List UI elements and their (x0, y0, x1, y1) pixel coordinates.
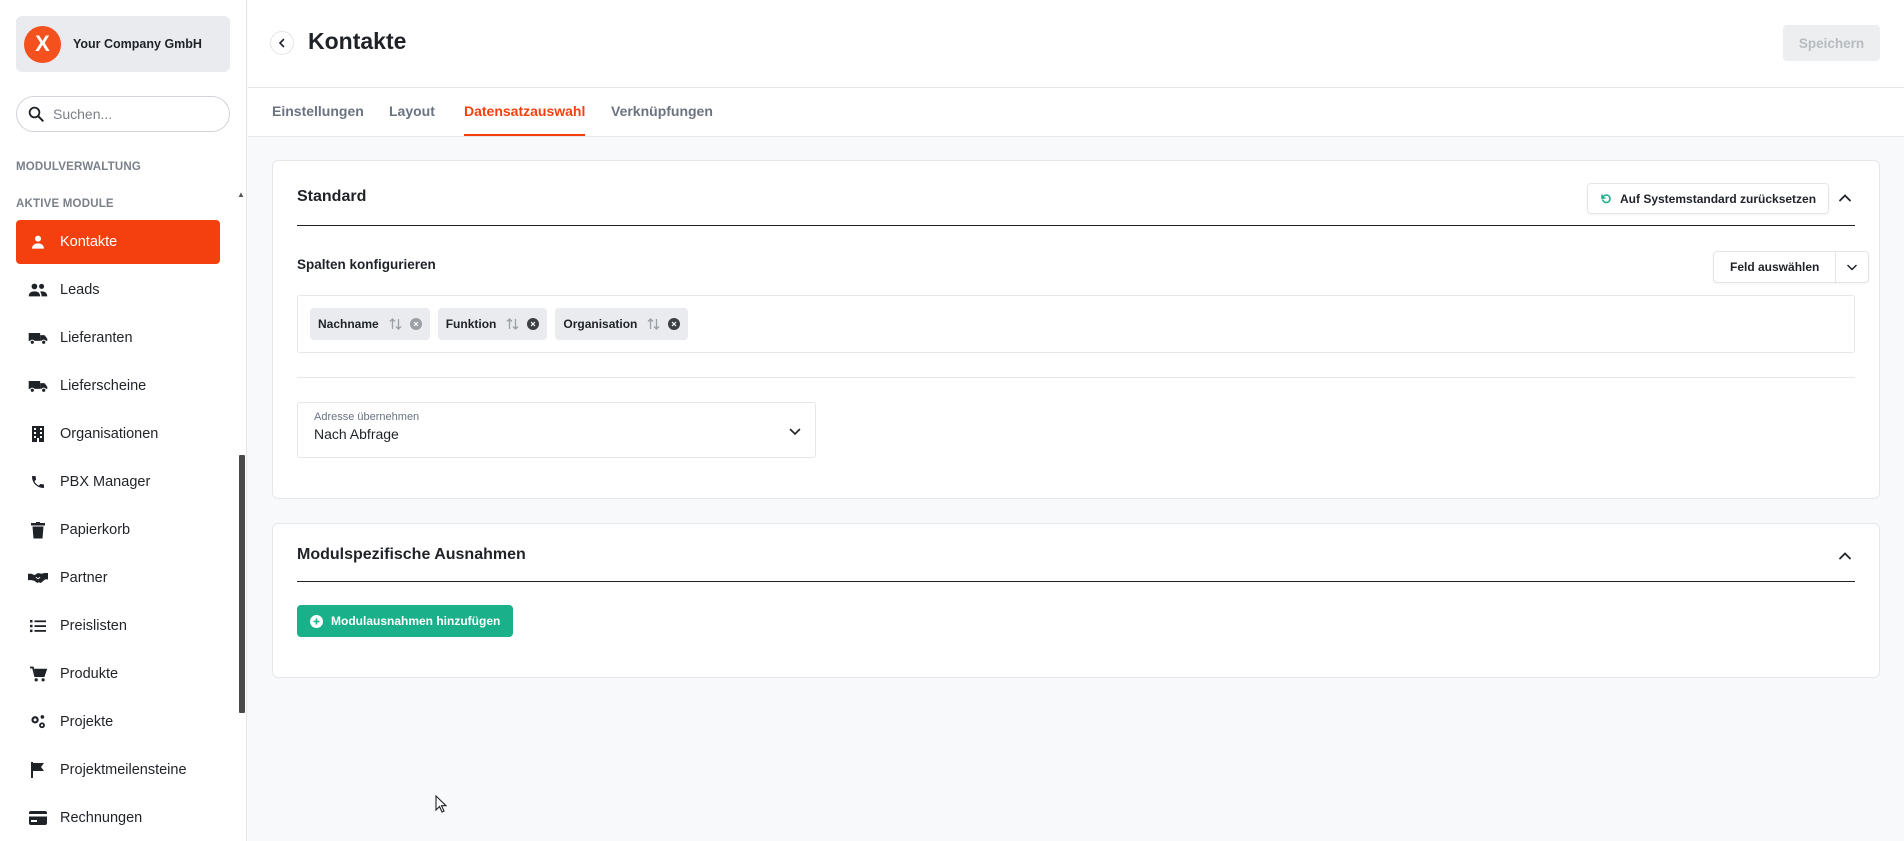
chevron-left-icon (278, 38, 285, 48)
trash-icon (28, 520, 48, 540)
cart-icon (28, 664, 48, 684)
column-chip-nachname[interactable]: Nachname (310, 308, 430, 340)
sidebar-item-label: PBX Manager (60, 474, 151, 490)
field-select-label: Feld auswählen (1714, 252, 1837, 282)
chevron-down-icon[interactable] (1836, 252, 1868, 282)
reset-icon (1601, 193, 1611, 203)
handshake-icon (28, 568, 48, 588)
page-header: Kontakte Speichern (248, 0, 1904, 88)
phone-icon (28, 472, 48, 492)
search-input[interactable] (53, 106, 213, 122)
sidebar-item-label: Lieferanten (60, 330, 133, 346)
sidebar-item-label: Rechnungen (60, 810, 143, 826)
credit-card-icon (28, 808, 48, 828)
back-button[interactable] (270, 31, 294, 55)
sidebar-item-label: Lieferscheine (60, 378, 147, 394)
search-icon (28, 106, 44, 122)
sidebar-item-organisationen[interactable]: Organisationen (16, 412, 220, 456)
sidebar-item-produkte[interactable]: Produkte (16, 652, 220, 696)
sidebar-item-label: Partner (60, 570, 108, 586)
exceptions-card: Modulspezifische Ausnahmen Modulausnahme… (272, 523, 1880, 678)
list-icon (28, 616, 48, 636)
sidebar-item-projektmeilensteine[interactable]: Projektmeilensteine (16, 748, 220, 792)
address-select-label: Adresse übernehmen (314, 411, 420, 423)
chip-label: Organisation (563, 317, 638, 331)
sidebar-item-kontakte[interactable]: Kontakte (16, 220, 220, 264)
people-icon (28, 280, 48, 300)
card-header-divider (297, 225, 1855, 226)
tab-einstellungen[interactable]: Einstellungen (272, 88, 364, 136)
chip-label: Funktion (445, 317, 497, 331)
sidebar-item-lieferanten[interactable]: Lieferanten (16, 316, 220, 360)
remove-icon[interactable] (409, 318, 422, 330)
tab-verknuepfungen[interactable]: Verknüpfungen (611, 88, 713, 136)
sidebar: X Your Company GmbH MODULVERWALTUNG AKTI… (0, 0, 247, 841)
card-header-divider (297, 581, 1855, 582)
columns-config-title: Spalten konfigurieren (297, 257, 436, 272)
sort-icon[interactable] (506, 318, 519, 330)
sidebar-item-rechnungen[interactable]: Rechnungen (16, 796, 220, 840)
page-title: Kontakte (308, 28, 407, 54)
card-title-exceptions: Modulspezifische Ausnahmen (297, 546, 526, 563)
column-chip-organisation[interactable]: Organisation (555, 308, 689, 340)
truck-icon (28, 328, 48, 348)
module-nav: Kontakte Leads Lieferanten Lieferscheine… (16, 220, 220, 841)
chip-label: Nachname (318, 317, 379, 331)
company-logo: X (24, 25, 61, 63)
section-title-active-modules: AKTIVE MODULE (16, 198, 114, 210)
sidebar-item-leads[interactable]: Leads (16, 268, 220, 312)
sidebar-item-label: Organisationen (60, 426, 159, 442)
sidebar-item-label: Leads (60, 282, 100, 298)
tab-layout[interactable]: Layout (389, 88, 435, 136)
chevron-down-icon (789, 423, 801, 441)
reset-to-default-button[interactable]: Auf Systemstandard zurücksetzen (1587, 183, 1830, 214)
company-name: Your Company GmbH (73, 37, 202, 51)
gears-icon (28, 712, 48, 732)
sidebar-item-label: Preislisten (60, 618, 127, 634)
sort-icon[interactable] (389, 318, 402, 330)
sidebar-item-label: Papierkorb (60, 522, 131, 538)
address-select-value: Nach Abfrage (314, 426, 399, 442)
search-box[interactable] (16, 96, 230, 132)
sidebar-scrollbar[interactable] (239, 455, 245, 713)
reset-button-label: Auf Systemstandard zurücksetzen (1620, 191, 1817, 206)
plus-circle-icon (310, 614, 323, 628)
flag-icon (28, 760, 48, 780)
truck-icon (28, 376, 48, 396)
add-button-label: Modulausnahmen hinzufügen (331, 614, 501, 628)
remove-icon[interactable] (668, 318, 681, 330)
person-icon (28, 232, 48, 252)
column-chip-funktion[interactable]: Funktion (437, 308, 548, 340)
sidebar-item-label: Kontakte (60, 234, 118, 250)
tab-datensatzauswahl[interactable]: Datensatzauswahl (464, 88, 586, 136)
add-module-exceptions-button[interactable]: Modulausnahmen hinzufügen (297, 605, 514, 637)
sidebar-item-papierkorb[interactable]: Papierkorb (16, 508, 220, 552)
sidebar-item-pbx-manager[interactable]: PBX Manager (16, 460, 220, 504)
tab-bar: Einstellungen Layout Datensatzauswahl Ve… (248, 88, 1904, 137)
chevron-up-icon[interactable] (1835, 188, 1855, 208)
sidebar-item-label: Projekte (60, 714, 114, 730)
sidebar-item-partner[interactable]: Partner (16, 556, 220, 600)
building-icon (28, 424, 48, 444)
collapse-arrow-icon[interactable]: ▲ (237, 190, 245, 199)
standard-card: Standard Auf Systemstandard zurücksetzen… (272, 160, 1880, 499)
sidebar-item-projekte[interactable]: Projekte (16, 700, 220, 744)
sidebar-item-lieferscheine[interactable]: Lieferscheine (16, 364, 220, 408)
field-select-dropdown[interactable]: Feld auswählen (1713, 251, 1870, 283)
sidebar-item-label: Produkte (60, 666, 119, 682)
chevron-up-icon[interactable] (1835, 546, 1855, 566)
section-title-management: MODULVERWALTUNG (16, 161, 142, 173)
address-select[interactable]: Adresse übernehmen Nach Abfrage (297, 402, 816, 458)
sort-icon[interactable] (647, 318, 660, 330)
card-title-standard: Standard (297, 188, 367, 205)
section-divider (297, 377, 1855, 378)
remove-icon[interactable] (527, 318, 540, 330)
mouse-cursor-icon (435, 794, 448, 818)
logo-glyph: X (35, 31, 50, 56)
save-button[interactable]: Speichern (1783, 25, 1880, 61)
sidebar-item-preislisten[interactable]: Preislisten (16, 604, 220, 648)
sidebar-item-label: Projektmeilensteine (60, 762, 187, 778)
company-switcher[interactable]: X Your Company GmbH (16, 16, 230, 72)
selected-columns-box: Nachname Funktion Organisation (297, 295, 1855, 353)
